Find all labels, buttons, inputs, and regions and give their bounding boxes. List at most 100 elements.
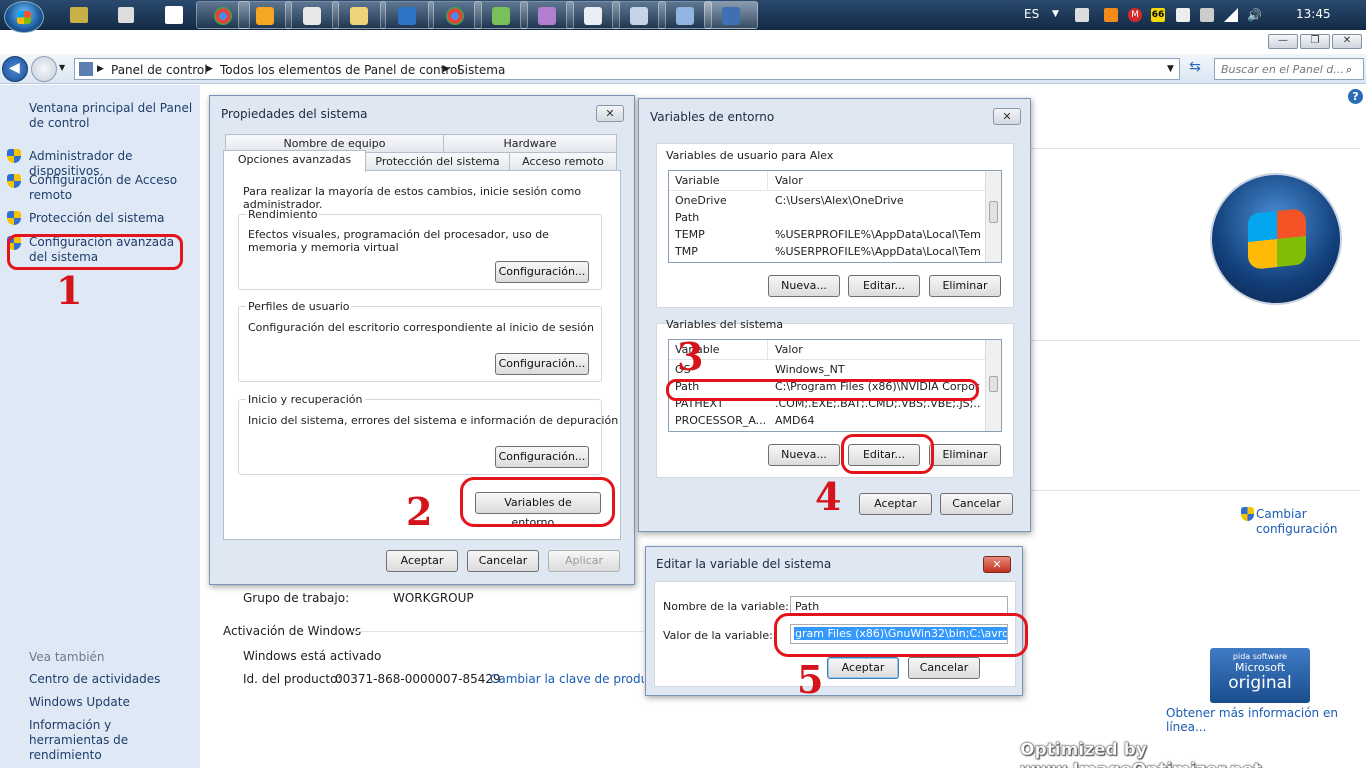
performance-config-button[interactable]: Configuración...	[495, 261, 589, 283]
close-icon[interactable]: ✕	[596, 105, 624, 122]
col-value[interactable]: Valor	[775, 343, 803, 356]
workgroup-label: Grupo de trabajo:	[243, 591, 350, 605]
history-dropdown-icon[interactable]: ▼	[59, 63, 65, 72]
separator	[1030, 490, 1360, 491]
tray-alert-icon[interactable]	[1176, 8, 1190, 22]
task-sys[interactable]	[704, 1, 758, 29]
online-info-link[interactable]: Obtener más información en línea...	[1166, 706, 1366, 734]
task-notes[interactable]	[380, 1, 434, 29]
start-button[interactable]	[4, 1, 44, 33]
tray-badge-icon[interactable]: 66	[1151, 8, 1165, 22]
task-explorer[interactable]	[332, 1, 386, 29]
remote-access-link[interactable]: Configuración de Acceso remoto	[29, 173, 179, 203]
change-key-link[interactable]: Cambiar la clave de producto	[490, 672, 644, 686]
search-input[interactable]: Buscar en el Panel d...	[1214, 58, 1364, 80]
table-row[interactable]: OS Windows_NT	[669, 360, 1001, 377]
crumb-sep-icon[interactable]: ▶	[443, 64, 450, 74]
annotation-number-5: 5	[797, 657, 824, 702]
genuine-small: pida software	[1232, 652, 1288, 661]
tab-hardware[interactable]: Hardware	[443, 134, 617, 153]
camera-icon[interactable]	[1075, 8, 1089, 22]
clock[interactable]: 13:45	[1296, 7, 1331, 21]
table-row[interactable]: TEMP %USERPROFILE%\AppData\Local\Temp	[669, 225, 1001, 242]
table-row[interactable]: TMP %USERPROFILE%\AppData\Local\Temp	[669, 242, 1001, 259]
user-edit-button[interactable]: Editar...	[848, 275, 920, 297]
tab-system-protection[interactable]: Protección del sistema	[365, 152, 510, 171]
genuine-big: original	[1228, 673, 1292, 693]
signal-icon[interactable]	[1224, 8, 1238, 22]
cancel-button[interactable]: Cancelar	[908, 657, 980, 679]
table-row[interactable]: OneDrive C:\Users\Alex\OneDrive	[669, 191, 1001, 208]
cp-home-link[interactable]: Ventana principal del Panel de control	[29, 101, 194, 131]
user-delete-button[interactable]: Eliminar	[929, 275, 1001, 297]
startup-config-button[interactable]: Configuración...	[495, 446, 589, 468]
separator	[1030, 340, 1360, 341]
help-icon[interactable]: ?	[1348, 89, 1363, 104]
quicklaunch-ic-2[interactable]	[118, 7, 134, 23]
apply-button[interactable]: Aplicar	[548, 550, 620, 572]
tray-chevron-icon[interactable]: ▼	[1052, 9, 1059, 19]
activation-title: Activación de Windows	[223, 624, 362, 638]
user-new-button[interactable]: Nueva...	[768, 275, 840, 297]
ok-button[interactable]: Aceptar	[386, 550, 458, 572]
volume-icon[interactable]: 🔊	[1247, 8, 1262, 22]
annotation-number-3: 3	[677, 334, 704, 379]
refresh-button[interactable]: ⇆	[1184, 59, 1206, 79]
col-value[interactable]: Valor	[775, 174, 803, 187]
performance-info-link[interactable]: Información y herramientas de rendimient…	[29, 718, 194, 763]
tab-advanced[interactable]: Opciones avanzadas	[223, 150, 366, 172]
name-label: Nombre de la variable:	[663, 600, 789, 613]
task-app[interactable]	[285, 1, 339, 29]
crumb-sep-icon[interactable]: ▶	[97, 64, 104, 74]
scrollbar[interactable]	[985, 340, 1001, 431]
ok-button[interactable]: Aceptar	[827, 657, 899, 679]
change-settings-link[interactable]: Cambiar configuración	[1256, 507, 1342, 537]
search-icon[interactable]: ⌕	[1346, 63, 1352, 77]
annotation-ring-3	[666, 379, 979, 401]
annotation-ring-4	[841, 434, 934, 474]
crumb-sep-icon[interactable]: ▶	[206, 64, 213, 74]
windows-update-link[interactable]: Windows Update	[29, 695, 194, 710]
task-media[interactable]	[238, 1, 292, 29]
system-protection-link[interactable]: Protección del sistema	[29, 211, 194, 226]
crumb-panel[interactable]: Panel de control	[111, 63, 208, 77]
quicklaunch-ic-1[interactable]	[70, 7, 88, 23]
quicklaunch-ic-3[interactable]	[165, 6, 183, 24]
crumb-system[interactable]: Sistema	[457, 63, 505, 77]
forward-button[interactable]	[31, 56, 57, 82]
user-vars-list[interactable]: Variable Valor OneDrive C:\Users\Alex\One…	[668, 170, 1002, 263]
address-dropdown-icon[interactable]: ▼	[1167, 64, 1174, 74]
tray-orange-icon[interactable]	[1104, 8, 1118, 22]
shield-icon	[7, 211, 21, 225]
ok-button[interactable]: Aceptar	[859, 493, 932, 515]
col-variable[interactable]: Variable	[675, 174, 720, 187]
close-icon[interactable]: ✕	[983, 556, 1011, 573]
language-indicator[interactable]: ES	[1024, 7, 1039, 21]
breadcrumb[interactable]: ▶ Panel de control ▶ Todos los elementos…	[74, 58, 1180, 80]
crumb-all-items[interactable]: Todos los elementos de Panel de control	[220, 63, 461, 77]
annotation-ring-5	[774, 613, 1028, 657]
table-row[interactable]: Path	[669, 208, 1001, 225]
table-row[interactable]: PROCESSOR_A... AMD64	[669, 411, 1001, 428]
minimize-button[interactable]: —	[1268, 34, 1298, 49]
scrollbar[interactable]	[985, 171, 1001, 262]
shield-icon	[7, 149, 21, 163]
profiles-title: Perfiles de usuario	[246, 300, 352, 313]
system-new-button[interactable]: Nueva...	[768, 444, 840, 466]
genuine-badge[interactable]: pida software Microsoft original	[1210, 648, 1310, 703]
dialog-title: Propiedades del sistema	[221, 107, 368, 121]
activated-status: Windows está activado	[243, 649, 382, 663]
system-delete-button[interactable]: Eliminar	[929, 444, 1001, 466]
close-button[interactable]: ✕	[1332, 34, 1362, 49]
tab-remote[interactable]: Acceso remoto	[509, 152, 617, 171]
close-icon[interactable]: ✕	[993, 108, 1021, 125]
tray-device-icon[interactable]	[1200, 8, 1214, 22]
action-center-link[interactable]: Centro de actividades	[29, 672, 194, 687]
product-id-label: Id. del producto:	[243, 672, 342, 686]
cancel-button[interactable]: Cancelar	[467, 550, 539, 572]
back-button[interactable]: ◀	[2, 56, 28, 82]
cancel-button[interactable]: Cancelar	[940, 493, 1013, 515]
profiles-config-button[interactable]: Configuración...	[495, 353, 589, 375]
tray-red-icon[interactable]: M	[1128, 8, 1142, 22]
restore-button[interactable]: ❐	[1300, 34, 1330, 49]
